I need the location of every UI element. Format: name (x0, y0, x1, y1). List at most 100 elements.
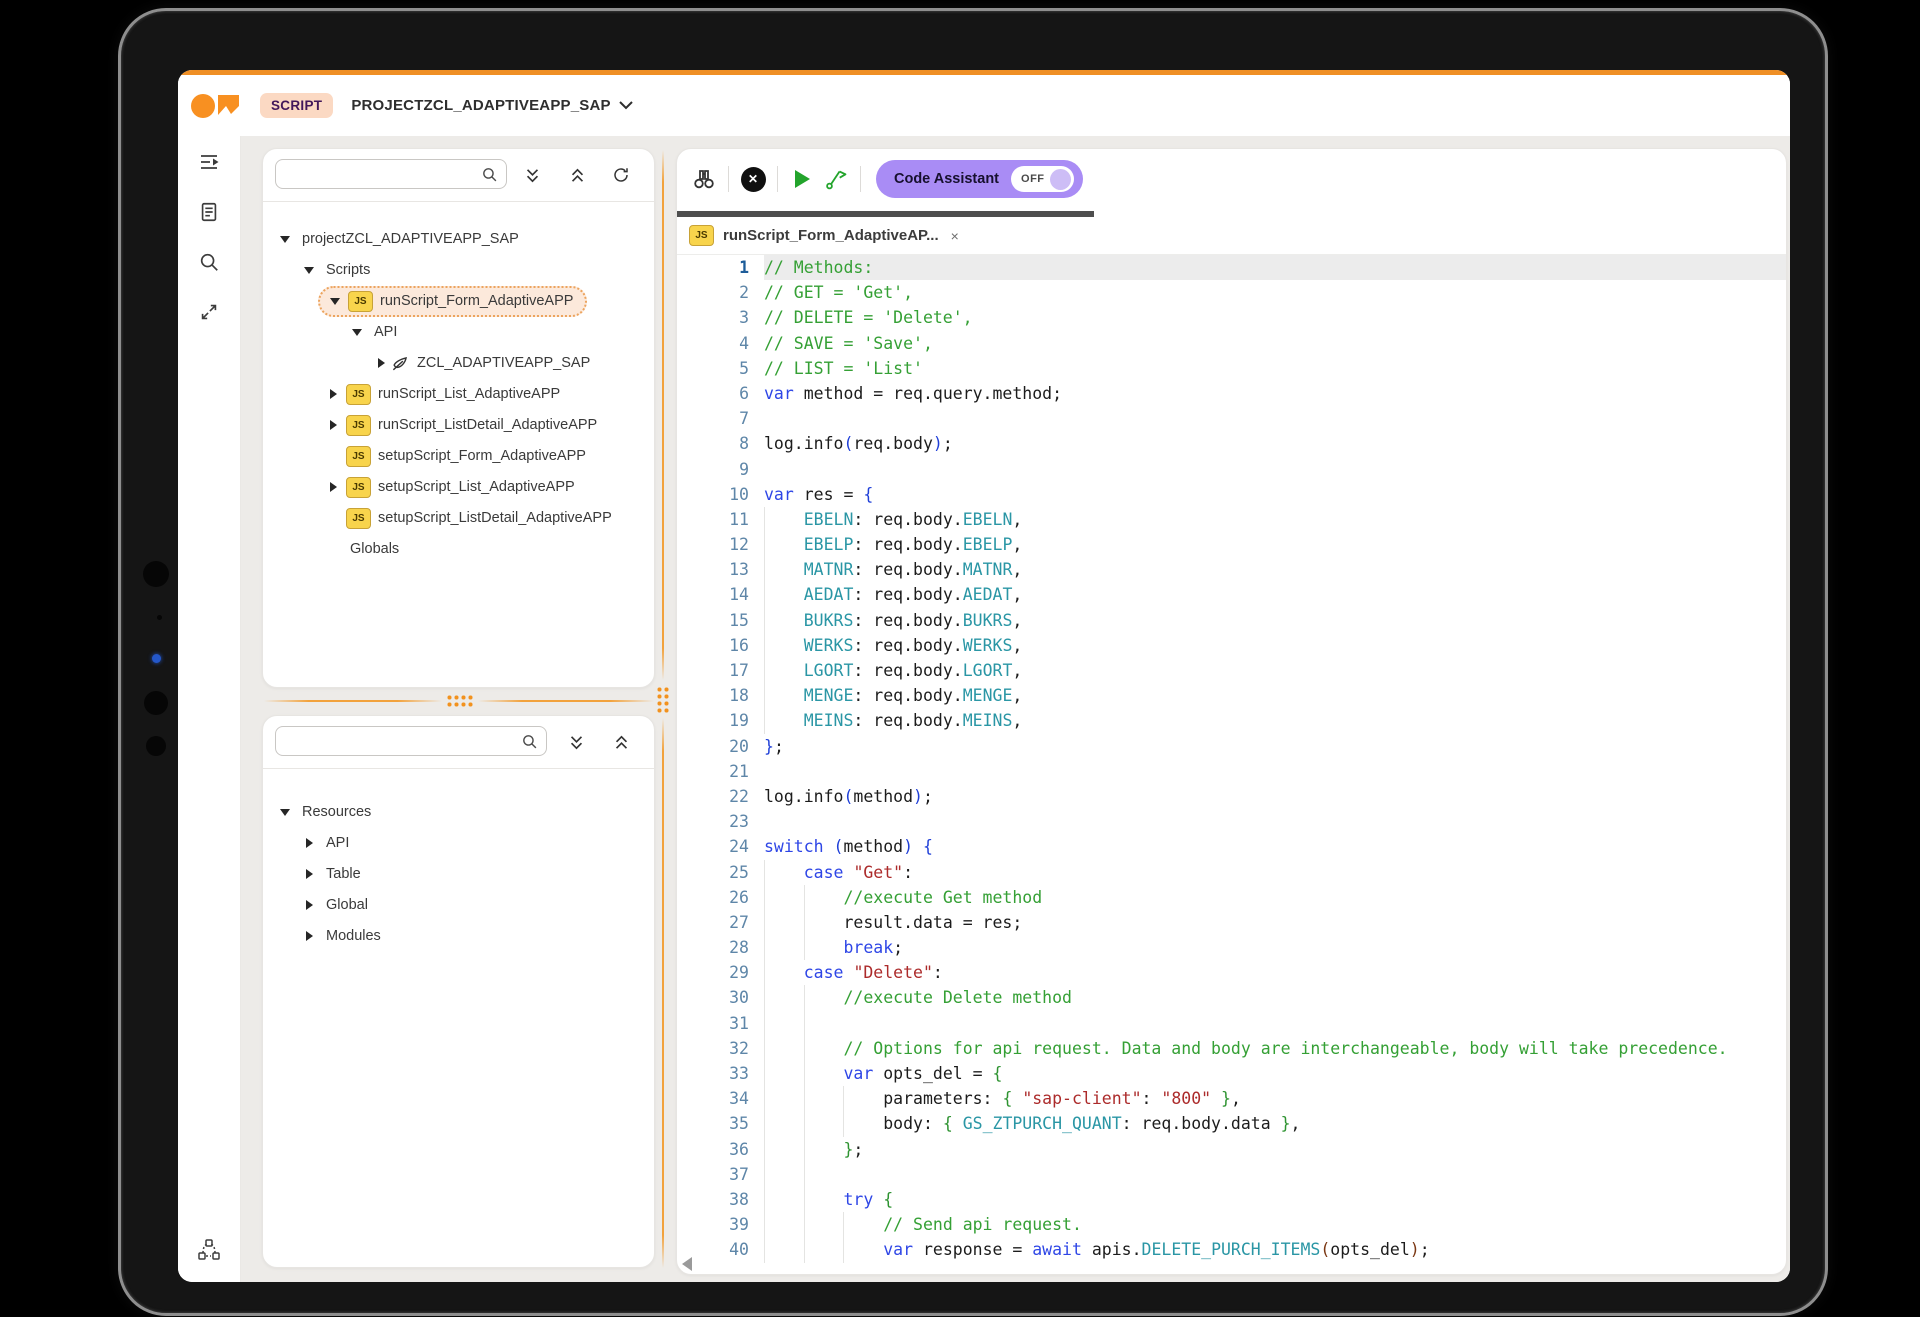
code-line[interactable]: 27 result.data = res; (677, 910, 1786, 935)
code-line[interactable]: 22log.info(method); (677, 784, 1786, 809)
code-line-content[interactable] (764, 457, 1786, 482)
tree-item-runscript-listdetail-adaptiveapp[interactable]: JSrunScript_ListDetail_AdaptiveAPP (263, 411, 654, 439)
tree-item-table[interactable]: Table (263, 860, 654, 888)
collapse-all-button[interactable] (564, 162, 590, 188)
code-line-content[interactable]: break; (764, 935, 1786, 960)
code-line-content[interactable] (764, 1011, 1786, 1036)
code-line[interactable]: 37 (677, 1162, 1786, 1187)
tree-caret-icon[interactable] (299, 838, 319, 848)
document-button[interactable] (191, 194, 227, 230)
code-line-content[interactable]: var opts_del = { (764, 1061, 1786, 1086)
code-line[interactable]: 18 MENGE: req.body.MENGE, (677, 683, 1786, 708)
code-line[interactable]: 19 MEINS: req.body.MEINS, (677, 708, 1786, 733)
code-line[interactable]: 12 EBELP: req.body.EBELP, (677, 532, 1786, 557)
flow-button[interactable] (191, 1232, 227, 1268)
code-line[interactable]: 30 //execute Delete method (677, 985, 1786, 1010)
collapse-all-button[interactable] (608, 729, 634, 755)
code-line[interactable]: 17 LGORT: req.body.LGORT, (677, 658, 1786, 683)
code-line[interactable]: 28 break; (677, 935, 1786, 960)
run-button[interactable] (785, 162, 819, 196)
code-line[interactable]: 13 MATNR: req.body.MATNR, (677, 557, 1786, 582)
tree-caret-icon[interactable] (299, 267, 319, 274)
code-line-content[interactable]: // Methods: (764, 255, 1786, 280)
code-line-content[interactable]: AEDAT: req.body.AEDAT, (764, 582, 1786, 607)
code-line[interactable]: 2// GET = 'Get', (677, 280, 1786, 305)
tree-item-setupscript-form-adaptiveapp[interactable]: JSsetupScript_Form_AdaptiveAPP (263, 442, 654, 470)
code-line-content[interactable] (764, 1162, 1786, 1187)
code-line-content[interactable]: EBELP: req.body.EBELP, (764, 532, 1786, 557)
code-line-content[interactable]: // LIST = 'List' (764, 356, 1786, 381)
expand-all-button[interactable] (519, 162, 545, 188)
expand-button[interactable] (191, 294, 227, 330)
code-line-content[interactable]: case "Delete": (764, 960, 1786, 985)
scripts-search-input[interactable] (276, 160, 481, 188)
code-line[interactable]: 33 var opts_del = { (677, 1061, 1786, 1086)
code-line[interactable]: 26 //execute Get method (677, 885, 1786, 910)
code-line-content[interactable]: }; (764, 1137, 1786, 1162)
tree-item-runscript-form-adaptiveapp[interactable]: JSrunScript_Form_AdaptiveAPP (263, 287, 654, 315)
code-line[interactable]: 32 // Options for api request. Data and … (677, 1036, 1786, 1061)
resources-search-input[interactable] (276, 727, 521, 755)
code-line-content[interactable]: //execute Delete method (764, 985, 1786, 1010)
code-line-content[interactable]: // Options for api request. Data and bod… (764, 1036, 1786, 1061)
tree-caret-icon[interactable] (275, 236, 295, 243)
code-line[interactable]: 5// LIST = 'List' (677, 356, 1786, 381)
code-line[interactable]: 9 (677, 457, 1786, 482)
code-line-content[interactable]: var method = req.query.method; (764, 381, 1786, 406)
tree-item-globals[interactable]: Globals (263, 535, 654, 563)
code-line-content[interactable]: parameters: { "sap-client": "800" }, (764, 1086, 1786, 1111)
tree-caret-icon[interactable] (347, 329, 367, 336)
clear-button[interactable]: ✕ (736, 162, 770, 196)
brand-logo-icon[interactable] (190, 91, 242, 121)
code-line[interactable]: 25 case "Get": (677, 860, 1786, 885)
code-line-content[interactable]: MENGE: req.body.MENGE, (764, 683, 1786, 708)
tree-item-api[interactable]: API (263, 829, 654, 857)
code-line[interactable]: 23 (677, 809, 1786, 834)
code-line[interactable]: 36 }; (677, 1137, 1786, 1162)
code-line-content[interactable]: try { (764, 1187, 1786, 1212)
code-line[interactable]: 6var method = req.query.method; (677, 381, 1786, 406)
search-button[interactable] (191, 244, 227, 280)
code-line[interactable]: 1// Methods: (677, 255, 1786, 280)
tree-caret-icon[interactable] (275, 809, 295, 816)
code-line[interactable]: 3// DELETE = 'Delete', (677, 305, 1786, 330)
code-assistant-toggle[interactable]: Code Assistant OFF (876, 160, 1083, 198)
code-line[interactable]: 15 BUKRS: req.body.BUKRS, (677, 608, 1786, 633)
code-line[interactable]: 35 body: { GS_ZTPURCH_QUANT: req.body.da… (677, 1111, 1786, 1136)
code-line[interactable]: 4// SAVE = 'Save', (677, 331, 1786, 356)
find-button[interactable] (687, 162, 721, 196)
code-line[interactable]: 20}; (677, 734, 1786, 759)
tree-item-scripts[interactable]: Scripts (263, 256, 654, 284)
tree-item-zcl-adaptiveapp-sap[interactable]: ZCL_ADAPTIVEAPP_SAP (263, 349, 654, 377)
code-line-content[interactable]: // DELETE = 'Delete', (764, 305, 1786, 330)
tree-caret-icon[interactable] (299, 869, 319, 879)
code-line[interactable]: 7 (677, 406, 1786, 431)
code-line-content[interactable] (764, 759, 1786, 784)
tree-caret-icon[interactable] (299, 900, 319, 910)
code-line-content[interactable]: body: { GS_ZTPURCH_QUANT: req.body.data … (764, 1111, 1786, 1136)
code-line-content[interactable]: result.data = res; (764, 910, 1786, 935)
refresh-button[interactable] (608, 162, 634, 188)
code-line-content[interactable]: // GET = 'Get', (764, 280, 1786, 305)
code-line[interactable]: 29 case "Delete": (677, 960, 1786, 985)
code-line-content[interactable]: }; (764, 734, 1786, 759)
code-line-content[interactable]: var response = await apis.DELETE_PURCH_I… (764, 1237, 1786, 1262)
assistant-state-toggle[interactable]: OFF (1011, 166, 1074, 192)
code-line[interactable]: 8log.info(req.body); (677, 431, 1786, 456)
tree-item-setupscript-list-adaptiveapp[interactable]: JSsetupScript_List_AdaptiveAPP (263, 473, 654, 501)
code-line[interactable]: 16 WERKS: req.body.WERKS, (677, 633, 1786, 658)
code-line-content[interactable]: BUKRS: req.body.BUKRS, (764, 608, 1786, 633)
debug-run-button[interactable] (819, 162, 853, 196)
code-line[interactable]: 31 (677, 1011, 1786, 1036)
code-line-content[interactable]: //execute Get method (764, 885, 1786, 910)
code-line[interactable]: 10var res = { (677, 482, 1786, 507)
tree-item-api[interactable]: API (263, 318, 654, 346)
code-line[interactable]: 34 parameters: { "sap-client": "800" }, (677, 1086, 1786, 1111)
code-line-content[interactable]: // Send api request. (764, 1212, 1786, 1237)
expand-all-button[interactable] (563, 729, 589, 755)
editor-tab-label[interactable]: runScript_Form_AdaptiveAP... (723, 227, 939, 244)
code-line-content[interactable]: // SAVE = 'Save', (764, 331, 1786, 356)
code-line[interactable]: 11 EBELN: req.body.EBELN, (677, 507, 1786, 532)
code-line[interactable]: 14 AEDAT: req.body.AEDAT, (677, 582, 1786, 607)
code-line-content[interactable]: WERKS: req.body.WERKS, (764, 633, 1786, 658)
